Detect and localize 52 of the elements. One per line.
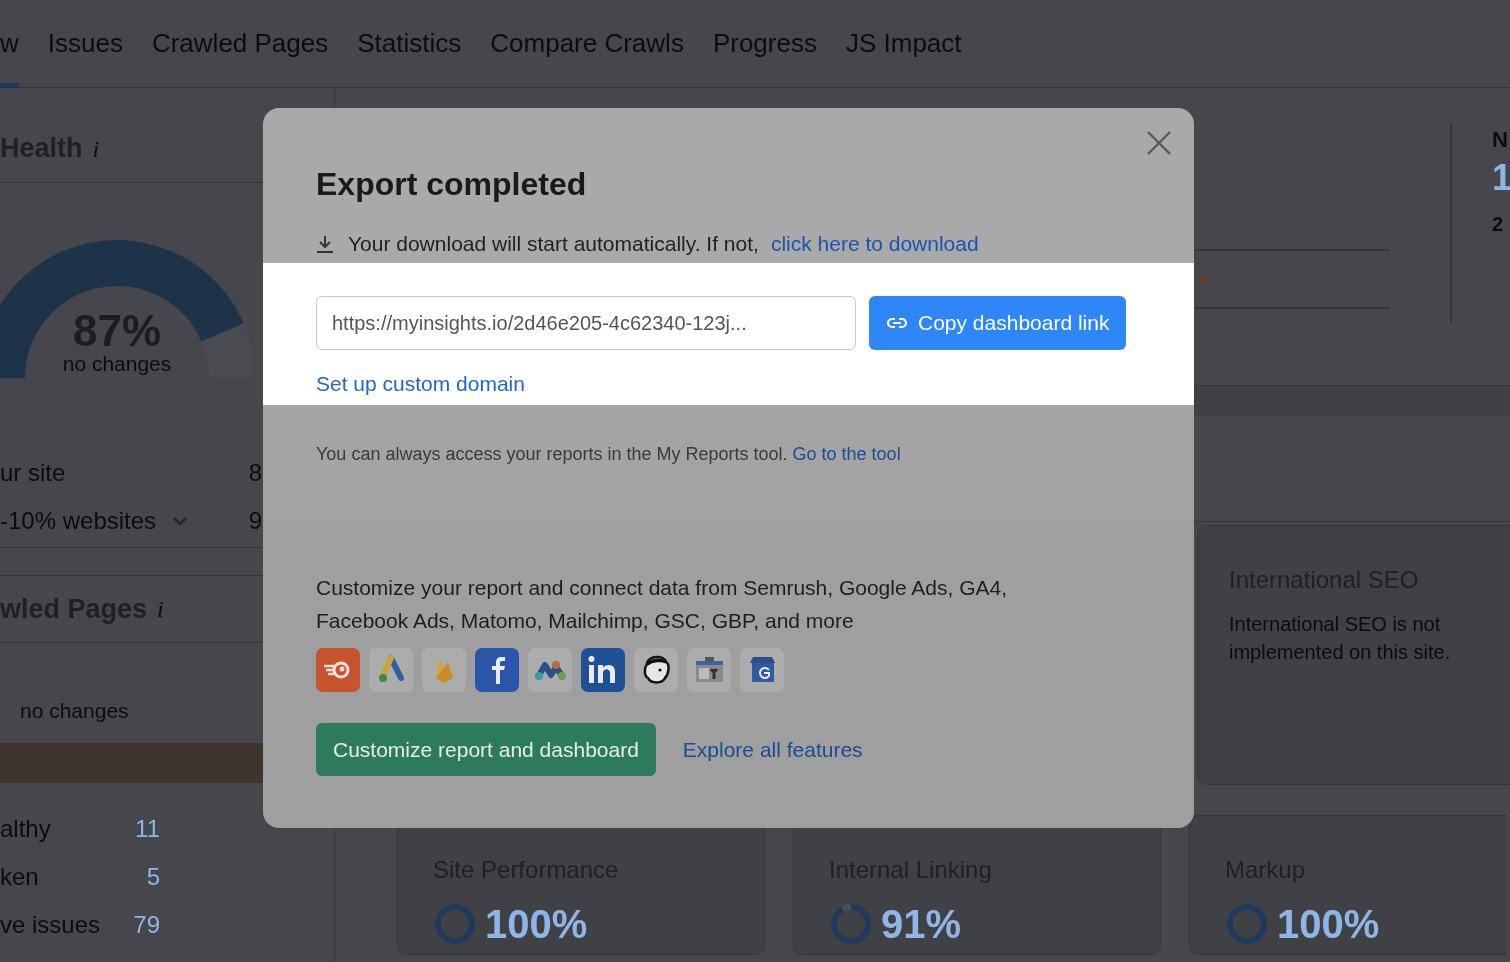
chevron-down-icon[interactable] (172, 515, 189, 527)
tab[interactable]: JS Impact (845, 0, 962, 87)
score-value: 100% (485, 901, 588, 948)
tab[interactable]: Statistics (357, 0, 462, 87)
download-text: Your download will start automatically. If not, (348, 231, 759, 257)
score-value: 91% (881, 901, 962, 948)
stat-heading: N (1492, 126, 1509, 154)
dialog-title: Export completed (316, 165, 588, 204)
row-value: 9 (248, 506, 262, 536)
row-value: 8 (248, 458, 262, 488)
change-note: no changes (20, 698, 130, 724)
ring-chart (433, 902, 477, 946)
row-value: 79 (133, 909, 160, 940)
promo-text: Customize your report and connect data from Semrush, Google Ads, GA4, Facebook Ads, Matomo, Mailchimp, GSC, GBP, and more (316, 575, 1008, 634)
explore-link[interactable]: Explore all features (682, 733, 863, 766)
tab[interactable]: Issues (47, 0, 123, 87)
tool-link[interactable]: Go to the tool (792, 444, 901, 464)
download-link[interactable]: click here to download (770, 228, 979, 260)
row-label: ur site (0, 458, 66, 488)
tab[interactable]: Compare Crawls (490, 0, 684, 87)
close-icon[interactable] (1146, 130, 1172, 156)
copy-link-button[interactable]: Copy dashboard link (869, 296, 1127, 350)
stat-note: 2 (1492, 212, 1505, 238)
info-icon[interactable]: i (157, 591, 164, 627)
tab[interactable]: Progress (712, 0, 817, 87)
info-icon[interactable]: i (92, 130, 100, 167)
letters-in-icon (581, 648, 625, 693)
row-label: -10% websites (0, 506, 157, 536)
toolbox-icon (687, 648, 731, 693)
comet-icon (316, 648, 360, 693)
score-note: no changes (61, 351, 173, 377)
row-label: ve issues (0, 909, 101, 940)
ring-chart (829, 902, 873, 946)
letter-f-icon (475, 648, 519, 693)
customize-button[interactable]: Customize report and dashboard (316, 723, 656, 777)
row-value: 5 (146, 861, 160, 892)
url-field[interactable]: https://myinsights.io/2d46e205-4c62340-123j... (316, 296, 856, 350)
mountain-icon (528, 648, 572, 693)
download-icon (316, 234, 334, 253)
tab[interactable]: Crawled Pages (151, 0, 329, 87)
monkey-icon (634, 648, 678, 693)
score-value: 100% (1277, 901, 1380, 948)
tab[interactable]: w (0, 0, 19, 87)
flame-icon (422, 648, 466, 693)
storefront-icon (740, 648, 784, 693)
card-text: International SEO is not implemented on this site. (1229, 612, 1452, 665)
custom-domain-link[interactable]: Set up custom domain (316, 368, 525, 400)
row-label: althy (0, 813, 51, 844)
row-label: ken (0, 861, 39, 892)
row-value: 11 (135, 813, 160, 844)
ring-chart (1225, 902, 1269, 946)
reports-text: You can always access your reports in the My Reports tool. Go to the tool (316, 443, 902, 466)
